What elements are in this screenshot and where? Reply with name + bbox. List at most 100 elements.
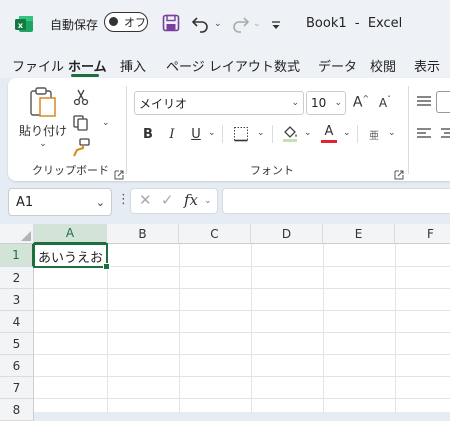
undo-icon[interactable] xyxy=(191,13,211,33)
grid-line xyxy=(395,244,396,412)
autosave-toggle[interactable]: オフ xyxy=(104,12,148,32)
font-name-dropdown[interactable]: メイリオ ⌄ xyxy=(134,91,304,115)
toggle-knob xyxy=(109,17,118,26)
align-left-button[interactable] xyxy=(414,123,434,145)
clipboard-icon xyxy=(28,86,58,118)
row-header-1[interactable]: 1 xyxy=(0,244,34,267)
more-options-icon[interactable]: ⋮ xyxy=(117,192,130,207)
borders-dropdown-icon[interactable]: ⌄ xyxy=(257,128,265,138)
tab-home[interactable]: ホーム xyxy=(68,56,107,75)
font-dialog-launcher-icon[interactable] xyxy=(394,165,404,180)
paste-label: 貼り付け xyxy=(18,124,67,138)
column-header-d[interactable]: D xyxy=(251,224,323,244)
undo-dropdown-icon[interactable]: ⌄ xyxy=(214,19,222,29)
title-bar: x 自動保存 オフ ⌄ ⌄ Book1 - Excel xyxy=(0,0,450,50)
format-painter-button[interactable] xyxy=(70,136,92,158)
grid-line xyxy=(34,376,450,377)
redo-icon[interactable] xyxy=(230,13,250,33)
align-center-icon xyxy=(441,128,450,138)
decrease-font-size-icon: Aˇ xyxy=(378,94,392,110)
underline-label: U xyxy=(191,126,201,142)
tab-data[interactable]: データ xyxy=(318,56,357,75)
fill-handle[interactable] xyxy=(103,263,110,270)
row-header-3[interactable]: 3 xyxy=(0,289,34,311)
increase-font-size-button[interactable]: A^ xyxy=(350,91,372,113)
column-header-b[interactable]: B xyxy=(107,224,179,244)
wrap-text-button[interactable] xyxy=(436,91,450,113)
select-all-corner[interactable] xyxy=(0,224,34,244)
copy-dropdown-icon[interactable]: ⌄ xyxy=(102,118,110,128)
redo-dropdown-icon[interactable]: ⌄ xyxy=(253,19,261,29)
tab-formulas[interactable]: 数式 xyxy=(274,56,300,75)
clipboard-dialog-launcher-icon[interactable] xyxy=(114,165,124,180)
excel-logo-icon: x xyxy=(14,14,34,34)
font-size-value: 10 xyxy=(311,96,327,110)
column-header-c[interactable]: C xyxy=(179,224,251,244)
enter-icon[interactable]: ✓ xyxy=(161,191,174,209)
borders-icon xyxy=(234,127,248,142)
cut-button[interactable] xyxy=(70,86,92,108)
row-header-5[interactable]: 5 xyxy=(0,333,34,355)
phonetic-guide-button[interactable]: 亜 xyxy=(363,123,385,145)
italic-button[interactable]: I xyxy=(162,123,182,145)
name-box[interactable]: A1 ⌄ xyxy=(8,188,112,216)
grid-line xyxy=(323,244,324,412)
formula-input[interactable] xyxy=(222,188,450,214)
align-top-button[interactable] xyxy=(414,91,434,113)
borders-button[interactable] xyxy=(230,123,252,145)
grid-line xyxy=(34,288,450,289)
save-icon[interactable] xyxy=(162,14,180,32)
chevron-down-icon: ⌄ xyxy=(95,195,105,209)
font-row-separator xyxy=(357,125,358,143)
autosave-state: オフ xyxy=(124,16,146,29)
font-color-letter: A xyxy=(324,124,334,139)
ribbon-tabs: ファイル ホーム 挿入 ページ レイアウト 数式 データ 校閲 表示 xyxy=(0,50,450,78)
paste-button[interactable]: 貼り付け ⌄ xyxy=(18,84,68,152)
insert-function-icon[interactable]: fx xyxy=(184,191,198,209)
chevron-down-icon: ⌄ xyxy=(334,98,342,108)
paste-dropdown-icon: ⌄ xyxy=(39,139,47,149)
row-header-4[interactable]: 4 xyxy=(0,311,34,333)
copy-button[interactable] xyxy=(70,112,92,134)
font-color-swatch xyxy=(321,140,337,143)
tab-review[interactable]: 校閲 xyxy=(370,56,396,75)
font-row-separator xyxy=(222,125,223,143)
cell-a1[interactable]: あいうえお xyxy=(33,243,110,270)
fill-color-dropdown-icon[interactable]: ⌄ xyxy=(304,128,312,138)
ribbon: 貼り付け ⌄ ⌄ クリップボード メイリオ ⌄ 10 ⌄ A^ Aˇ B I U… xyxy=(8,78,450,181)
chevron-down-icon[interactable]: ⌄ xyxy=(204,196,212,206)
tab-page-layout[interactable]: ページ レイアウト xyxy=(166,56,274,75)
font-size-dropdown[interactable]: 10 ⌄ xyxy=(306,91,346,115)
align-center-button[interactable] xyxy=(438,123,450,145)
underline-dropdown-icon[interactable]: ⌄ xyxy=(208,128,216,138)
tab-insert[interactable]: 挿入 xyxy=(120,56,146,75)
grid-line xyxy=(34,332,450,333)
row-header-7[interactable]: 7 xyxy=(0,377,34,399)
cancel-icon[interactable]: ✕ xyxy=(139,191,152,209)
autosave-label: 自動保存 xyxy=(50,18,99,32)
grid-line xyxy=(34,310,450,311)
row-header-6[interactable]: 6 xyxy=(0,355,34,377)
row-header-2[interactable]: 2 xyxy=(0,267,34,289)
decrease-font-size-button[interactable]: Aˇ xyxy=(374,91,396,113)
phonetic-glyph: 亜 xyxy=(369,130,379,142)
tab-file[interactable]: ファイル xyxy=(12,56,64,75)
font-color-dropdown-icon[interactable]: ⌄ xyxy=(343,128,351,138)
increase-font-size-icon: A^ xyxy=(352,93,370,111)
customize-quick-access-icon[interactable] xyxy=(270,16,282,29)
row-header-8[interactable]: 8 xyxy=(0,399,34,421)
font-color-button[interactable]: A xyxy=(318,123,340,145)
font-row-separator xyxy=(272,125,273,143)
name-box-value: A1 xyxy=(16,194,34,210)
bold-label: B xyxy=(143,126,153,142)
fill-color-button[interactable] xyxy=(278,123,302,145)
column-header-e[interactable]: E xyxy=(323,224,395,244)
active-tab-indicator xyxy=(71,74,99,77)
bold-button[interactable]: B xyxy=(138,123,158,145)
tab-view[interactable]: 表示 xyxy=(414,56,440,75)
worksheet-grid[interactable]: A B C D E F 1 2 3 4 5 6 7 8 あいうえお xyxy=(0,224,450,421)
phonetic-dropdown-icon[interactable]: ⌄ xyxy=(388,128,396,138)
column-header-a[interactable]: A xyxy=(34,224,107,244)
column-header-f[interactable]: F xyxy=(395,224,450,244)
underline-button[interactable]: U xyxy=(186,123,206,145)
